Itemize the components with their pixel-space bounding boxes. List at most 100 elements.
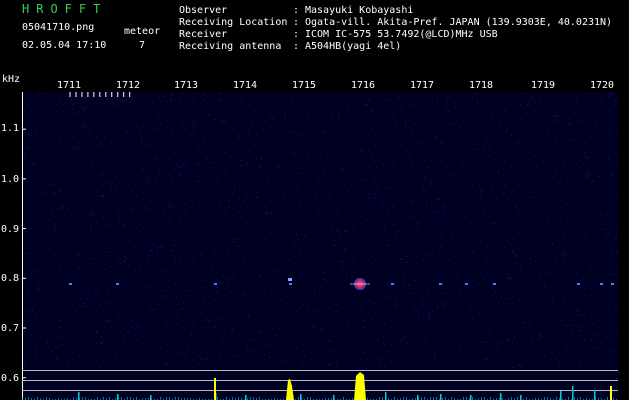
noise-pixel <box>425 341 427 343</box>
noise-pixel <box>160 216 162 218</box>
noise-pixel <box>128 220 130 222</box>
noise-pixel <box>156 316 158 317</box>
noise-pixel <box>131 136 133 138</box>
noise-pixel <box>563 251 565 253</box>
noise-pixel <box>483 330 485 332</box>
noise-pixel <box>446 95 448 97</box>
noise-pixel <box>243 293 245 295</box>
noise-pixel <box>277 348 278 350</box>
noise-pixel <box>90 225 91 227</box>
noise-pixel <box>512 197 514 199</box>
noise-pixel <box>498 301 500 303</box>
noise-pixel <box>231 308 233 310</box>
noise-pixel <box>508 244 510 245</box>
noise-pixel <box>266 170 268 172</box>
noise-pixel <box>64 153 66 154</box>
noise-pixel <box>550 298 552 300</box>
noise-pixel <box>251 165 253 167</box>
noise-pixel <box>198 215 200 217</box>
noise-pixel <box>508 282 510 284</box>
noise-pixel <box>70 222 72 224</box>
noise-pixel <box>239 205 241 207</box>
noise-pixel <box>440 160 442 162</box>
noise-pixel <box>315 346 316 348</box>
noise-pixel <box>186 102 188 104</box>
noise-pixel <box>529 159 531 161</box>
noise-pixel <box>177 335 179 337</box>
noise-pixel <box>229 290 231 292</box>
noise-pixel <box>474 252 476 254</box>
time-label: 1716 <box>351 80 376 91</box>
noise-pixel <box>358 163 360 165</box>
noise-pixel <box>361 309 363 311</box>
noise-pixel <box>524 215 526 217</box>
noise-pixel <box>240 209 242 211</box>
noise-pixel <box>36 283 38 285</box>
noise-pixel <box>109 320 111 322</box>
noise-pixel <box>219 282 221 284</box>
noise-pixel <box>119 157 121 159</box>
noise-pixel <box>520 104 522 106</box>
noise-pixel <box>589 255 591 257</box>
noise-pixel <box>167 324 169 326</box>
noise-pixel <box>548 241 550 243</box>
noise-pixel <box>27 134 29 135</box>
noise-pixel <box>383 163 385 165</box>
noise-pixel <box>451 233 453 235</box>
noise-pixel <box>425 239 427 241</box>
noise-pixel <box>420 291 422 293</box>
noise-pixel <box>98 164 100 166</box>
noise-pixel <box>325 205 327 207</box>
noise-pixel <box>164 334 166 336</box>
noise-pixel <box>285 362 287 364</box>
noise-pixel <box>339 237 341 239</box>
noise-pixel <box>484 146 486 148</box>
noise-pixel <box>504 110 505 112</box>
time-label: 1712 <box>116 80 141 91</box>
noise-pixel <box>109 242 111 244</box>
noise-pixel <box>161 242 163 244</box>
noise-pixel <box>207 133 209 135</box>
noise-pixel <box>555 258 556 260</box>
noise-pixel <box>600 215 602 216</box>
noise-pixel <box>305 145 307 147</box>
noise-pixel <box>446 338 448 340</box>
noise-pixel <box>362 243 364 245</box>
noise-pixel <box>259 301 261 303</box>
noise-pixel <box>284 116 286 118</box>
noise-pixel <box>521 220 523 222</box>
noise-pixel <box>49 229 51 231</box>
noise-pixel <box>301 352 303 354</box>
noise-pixel <box>447 99 449 101</box>
noise-pixel <box>232 302 234 303</box>
noise-pixel <box>400 105 402 107</box>
noise-pixel <box>131 210 133 212</box>
noise-pixel <box>460 136 462 138</box>
noise-pixel <box>549 287 550 289</box>
noise-pixel <box>171 206 173 208</box>
level-burst <box>610 386 612 400</box>
noise-pixel <box>526 112 528 114</box>
noise-pixel <box>77 147 79 149</box>
noise-pixel <box>155 158 157 160</box>
noise-pixel <box>256 248 258 250</box>
noise-pixel <box>475 149 477 151</box>
meteor-echo <box>391 283 394 285</box>
noise-pixel <box>504 185 506 187</box>
noise-pixel <box>375 144 377 146</box>
noise-pixel <box>181 108 183 110</box>
noise-pixel <box>601 99 603 101</box>
time-label: 1720 <box>590 80 615 91</box>
noise-pixel <box>557 247 559 249</box>
noise-pixel <box>117 221 119 223</box>
noise-pixel <box>328 339 330 341</box>
noise-pixel <box>567 124 569 126</box>
noise-pixel <box>294 204 296 206</box>
noise-pixel <box>297 239 299 241</box>
noise-pixel <box>26 256 28 258</box>
noise-pixel <box>325 279 327 281</box>
noise-pixel <box>88 187 90 189</box>
noise-pixel <box>205 327 207 329</box>
noise-pixel <box>411 228 413 230</box>
noise-pixel <box>399 109 401 111</box>
